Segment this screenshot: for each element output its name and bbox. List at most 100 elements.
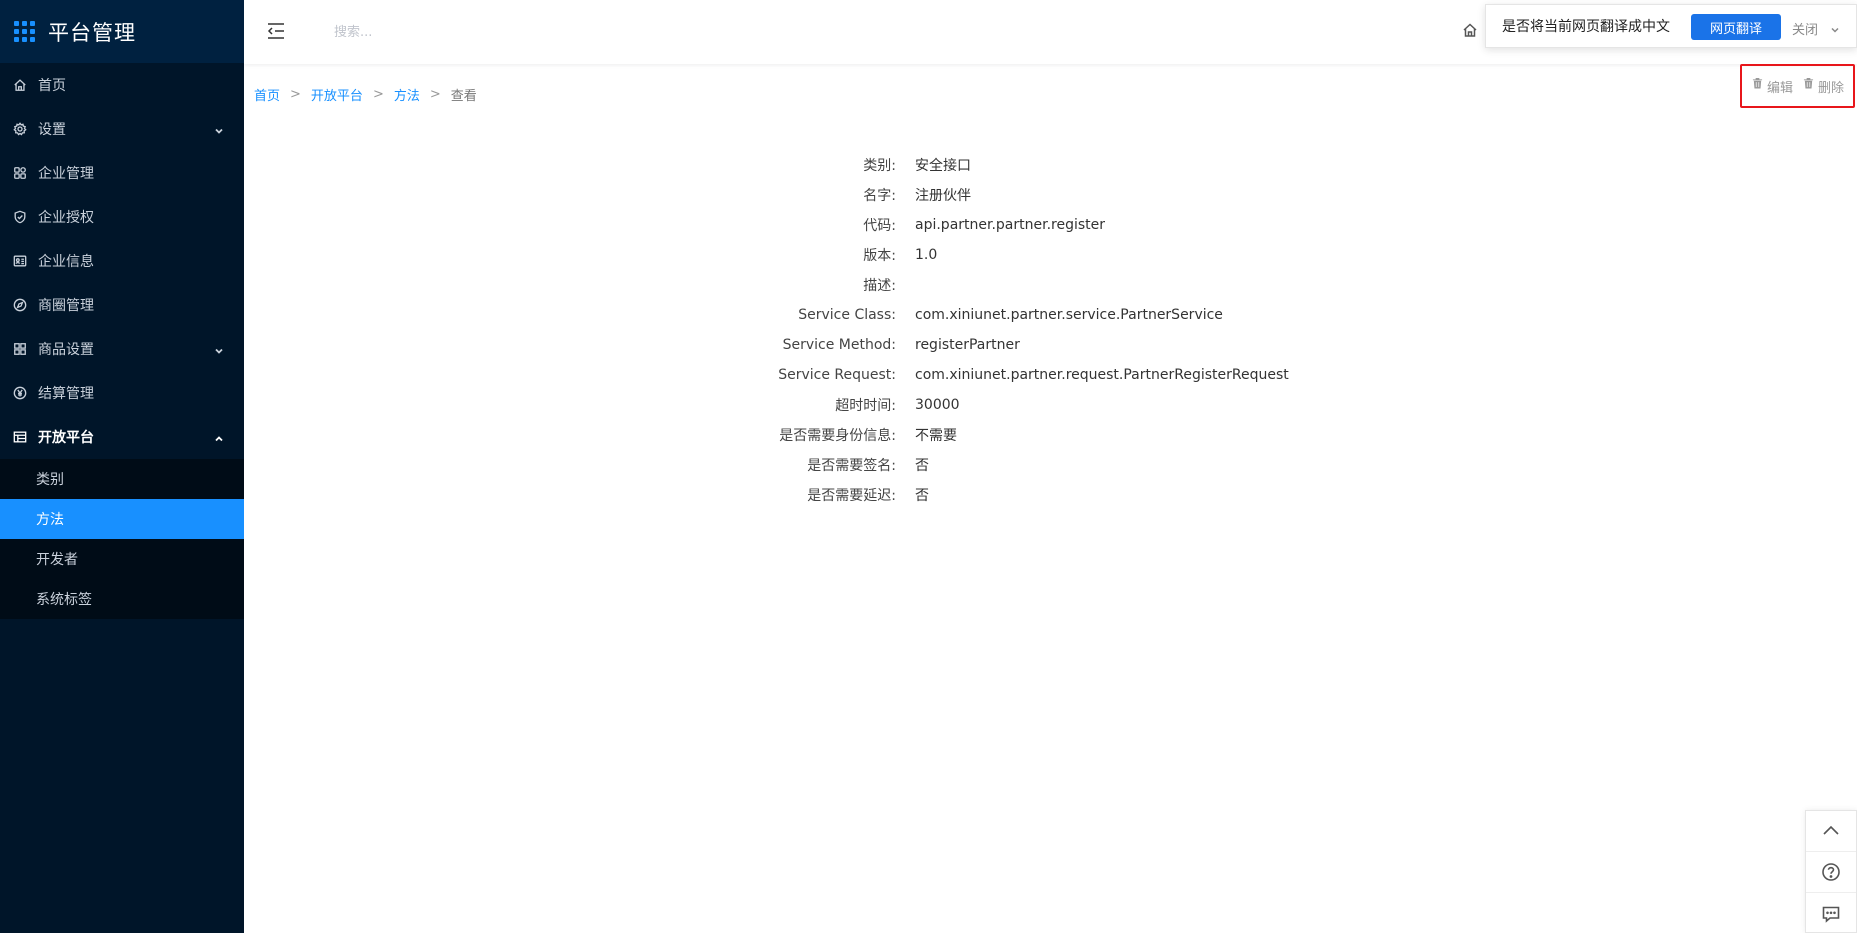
- sidebar-item-label: 企业管理: [38, 166, 94, 182]
- detail-label: 是否需要身份信息:: [779, 428, 896, 444]
- sidebar-item-label: 开放平台: [38, 430, 94, 446]
- detail-label: 超时时间:: [835, 398, 896, 414]
- trash-icon: [1803, 77, 1814, 89]
- detail-label: Service Class:: [798, 307, 896, 323]
- detail-label: 名字:: [863, 188, 896, 204]
- sidebar-menu: 首页 设置 企业管理 企业授权 企业信息 商圈管理 商品设置 结算管理 开放平台: [0, 63, 244, 459]
- method-details: 类别: 安全接口 名字: 注册伙伴 代码: api.partner.partne…: [770, 150, 1289, 510]
- chevron-down-icon: [214, 344, 224, 354]
- detail-row-code: 代码: api.partner.partner.register: [770, 210, 1289, 240]
- sidebar-item-home[interactable]: 首页: [0, 63, 244, 107]
- grid-icon: [13, 342, 27, 356]
- apps-icon: [13, 166, 27, 180]
- detail-value: 注册伙伴: [915, 188, 971, 204]
- sidebar-item-settings[interactable]: 设置: [0, 107, 244, 151]
- message-icon: [1822, 906, 1840, 923]
- translate-question: 是否将当前网页翻译成中文: [1502, 19, 1670, 35]
- breadcrumb-method[interactable]: 方法: [394, 85, 420, 104]
- breadcrumb-separator: >: [429, 87, 441, 102]
- detail-row-need-identity: 是否需要身份信息: 不需要: [770, 420, 1289, 450]
- sidebar-item-settlement[interactable]: 结算管理: [0, 371, 244, 415]
- detail-label: 是否需要签名:: [807, 458, 896, 474]
- sidebar-item-enterprise-management[interactable]: 企业管理: [0, 151, 244, 195]
- chevron-down-icon: [214, 124, 224, 134]
- help-icon: [1822, 863, 1840, 881]
- detail-row-need-delay: 是否需要延迟: 否: [770, 480, 1289, 510]
- submenu-item-category[interactable]: 类别: [0, 459, 244, 499]
- breadcrumb-open-platform[interactable]: 开放平台: [311, 85, 363, 104]
- menu-fold-icon[interactable]: [266, 22, 286, 40]
- table-icon: [13, 430, 27, 444]
- sidebar-item-label: 设置: [38, 122, 66, 138]
- sidebar-item-open-platform[interactable]: 开放平台: [0, 415, 244, 459]
- chevron-up-icon: [214, 432, 224, 442]
- sidebar-item-label: 商品设置: [38, 342, 94, 358]
- detail-value: 否: [915, 458, 929, 474]
- submenu-item-system-tags[interactable]: 系统标签: [0, 579, 244, 619]
- open-platform-submenu: 类别 方法 开发者 系统标签: [0, 459, 244, 619]
- delete-button[interactable]: 删除: [1803, 77, 1844, 96]
- search-input[interactable]: [334, 20, 594, 44]
- breadcrumb-current: 查看: [450, 89, 477, 104]
- detail-row-service-method: Service Method: registerPartner: [770, 330, 1289, 360]
- detail-value: com.xiniunet.partner.service.PartnerServ…: [915, 307, 1223, 323]
- translate-popup: 是否将当前网页翻译成中文 网页翻译 关闭: [1485, 4, 1857, 48]
- profile-icon: [13, 254, 27, 268]
- detail-value: 安全接口: [915, 158, 971, 174]
- shield-icon: [13, 210, 27, 224]
- detail-value: 30000: [915, 397, 960, 413]
- delete-label: 删除: [1818, 80, 1845, 96]
- breadcrumb-separator: >: [372, 87, 384, 102]
- sidebar-item-label: 结算管理: [38, 386, 94, 402]
- sidebar-item-product-settings[interactable]: 商品设置: [0, 327, 244, 371]
- breadcrumb-home[interactable]: 首页: [254, 85, 280, 104]
- gear-icon: [13, 122, 27, 136]
- detail-label: 描述:: [863, 278, 896, 294]
- submenu-item-method[interactable]: 方法: [0, 499, 244, 539]
- back-to-top-button[interactable]: [1806, 811, 1856, 852]
- chevron-down-icon[interactable]: [1830, 20, 1840, 33]
- detail-label: 版本:: [863, 248, 896, 264]
- detail-row-description: 描述:: [770, 270, 1289, 300]
- detail-value: registerPartner: [915, 337, 1020, 353]
- detail-value: 不需要: [915, 428, 957, 444]
- sidebar: 平台管理 首页 设置 企业管理 企业授权 企业信息 商圈管理 商品设置 结算管理…: [0, 0, 244, 933]
- breadcrumb: 首页 > 开放平台 > 方法 > 查看: [254, 85, 477, 104]
- submenu-item-developer[interactable]: 开发者: [0, 539, 244, 579]
- detail-value: com.xiniunet.partner.request.PartnerRegi…: [915, 367, 1289, 383]
- sidebar-item-label: 企业信息: [38, 254, 94, 270]
- detail-label: 代码:: [863, 218, 896, 234]
- app-grid-icon: [14, 21, 35, 42]
- sidebar-item-label: 首页: [38, 78, 66, 94]
- translate-close-button[interactable]: 关闭: [1792, 19, 1818, 38]
- sidebar-item-enterprise-info[interactable]: 企业信息: [0, 239, 244, 283]
- detail-row-category: 类别: 安全接口: [770, 150, 1289, 180]
- edit-button[interactable]: 编辑: [1752, 77, 1793, 96]
- detail-row-service-class: Service Class: com.xiniunet.partner.serv…: [770, 300, 1289, 330]
- detail-value: api.partner.partner.register: [915, 217, 1106, 233]
- detail-label: Service Request:: [778, 367, 896, 383]
- edit-label: 编辑: [1767, 80, 1794, 96]
- detail-row-service-request: Service Request: com.xiniunet.partner.re…: [770, 360, 1289, 390]
- chevron-up-icon: [1823, 825, 1839, 835]
- home-icon[interactable]: [1462, 22, 1478, 38]
- detail-row-name: 名字: 注册伙伴: [770, 180, 1289, 210]
- detail-row-timeout: 超时时间: 30000: [770, 390, 1289, 420]
- detail-actions: 编辑 删除: [1740, 64, 1855, 108]
- detail-value: 否: [915, 488, 929, 504]
- detail-value: 1.0: [915, 247, 938, 263]
- home-icon: [13, 78, 27, 92]
- trash-icon: [1752, 77, 1763, 89]
- sidebar-item-business-district[interactable]: 商圈管理: [0, 283, 244, 327]
- translate-button[interactable]: 网页翻译: [1691, 14, 1781, 40]
- sidebar-item-enterprise-auth[interactable]: 企业授权: [0, 195, 244, 239]
- feedback-button[interactable]: [1806, 893, 1856, 933]
- detail-row-need-signature: 是否需要签名: 否: [770, 450, 1289, 480]
- help-button[interactable]: [1806, 852, 1856, 893]
- floating-toolbar: [1805, 810, 1857, 933]
- detail-row-version: 版本: 1.0: [770, 240, 1289, 270]
- brand[interactable]: 平台管理: [0, 0, 244, 63]
- breadcrumb-separator: >: [290, 87, 301, 102]
- detail-label: 类别:: [863, 158, 896, 174]
- detail-label: Service Method:: [782, 337, 896, 353]
